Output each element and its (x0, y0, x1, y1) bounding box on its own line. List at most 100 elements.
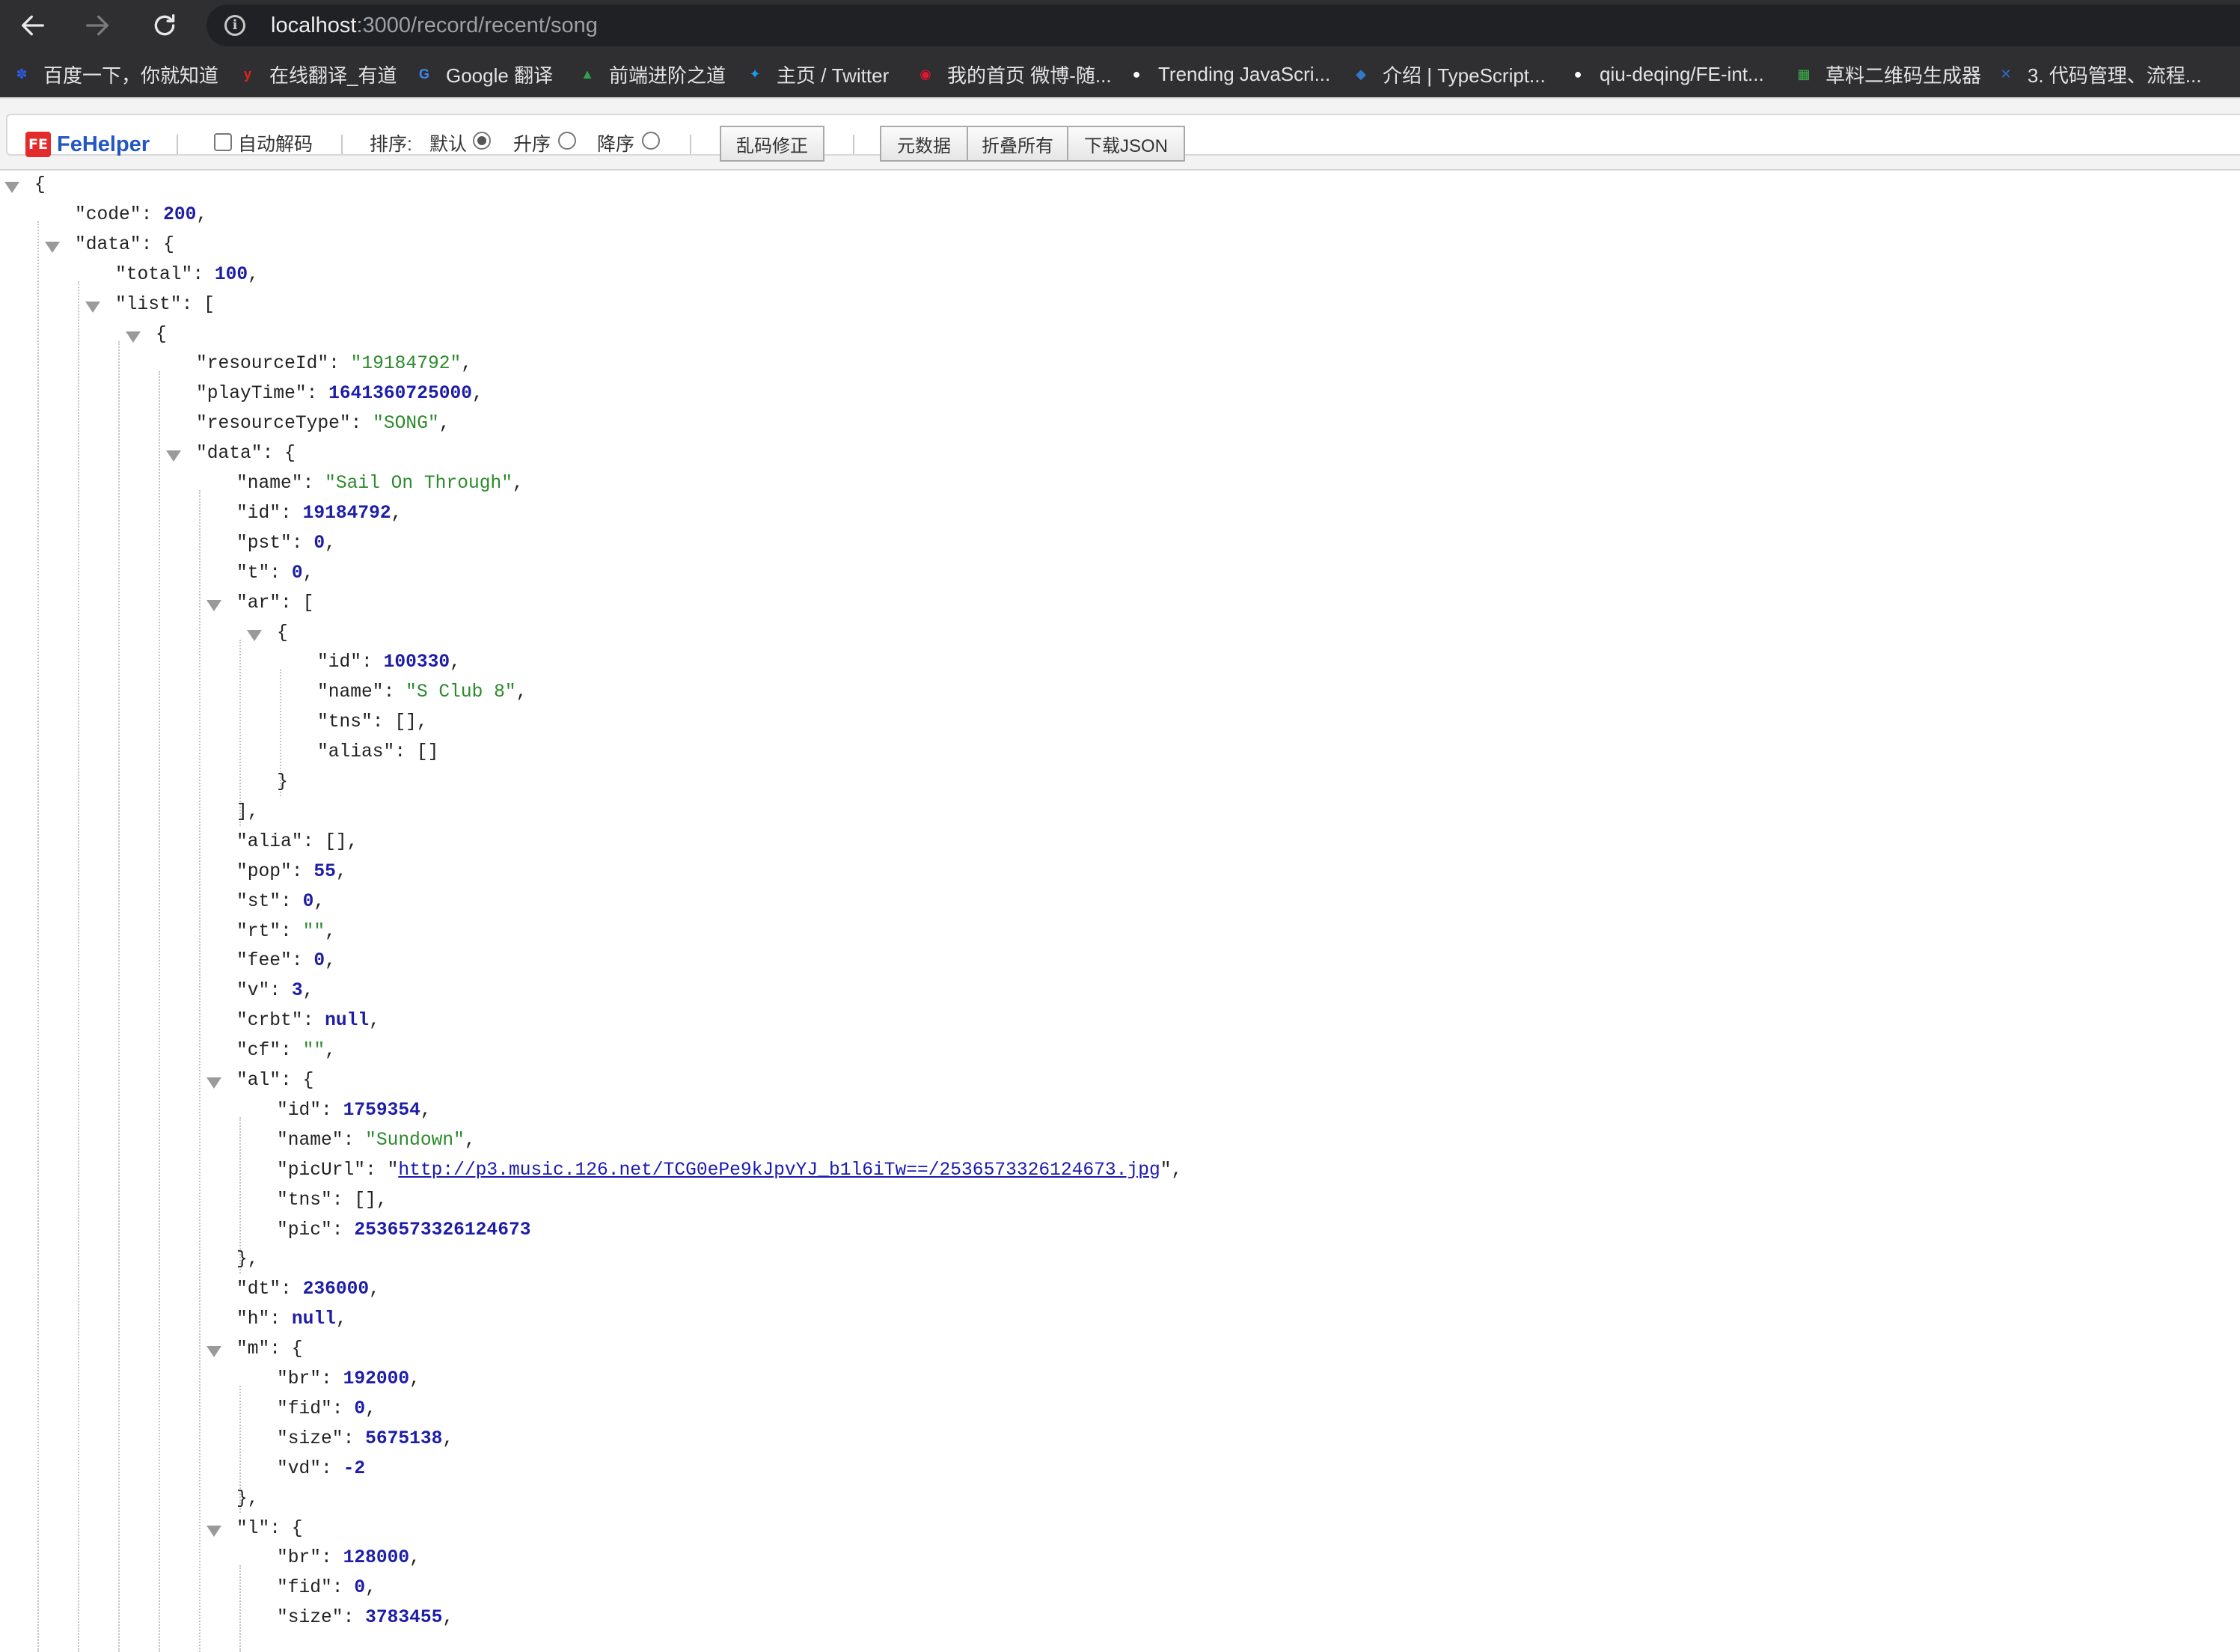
bookmark-item[interactable]: G Google 翻译 (413, 60, 553, 88)
json-punct: : " (365, 1160, 399, 1181)
sort-asc-radio[interactable] (558, 132, 576, 150)
json-punct: : { (269, 1518, 303, 1539)
fehelper-logo[interactable]: FE FeHelper (25, 129, 150, 160)
fix-encoding-button[interactable]: 乱码修正 (720, 126, 824, 162)
bookmark-item[interactable]: ◆ 介绍 | TypeScript... (1350, 60, 1546, 88)
json-key: "total" (115, 264, 193, 285)
site-info-icon[interactable]: i (224, 15, 245, 36)
json-line: "name": "Sundown", (277, 1126, 476, 1156)
indent-guide (78, 281, 79, 1652)
json-line: "list": [ (115, 290, 215, 320)
json-number: 3 (291, 981, 303, 1002)
collapse-toggle-icon[interactable] (206, 599, 221, 611)
json-number: 0 (291, 563, 303, 584)
sort-default-radio[interactable] (473, 132, 491, 150)
json-key: "size" (277, 1608, 343, 1629)
json-key: "pop" (236, 861, 292, 882)
json-punct: , (472, 384, 483, 405)
json-punct: : (302, 1011, 325, 1032)
bookmark-item[interactable]: ✽ 百度一下，你就知道 (10, 60, 218, 88)
bookmark-label: 百度一下，你就知道 (43, 64, 219, 87)
json-punct: : (192, 264, 215, 285)
json-key: "data" (75, 234, 141, 255)
json-punct: , (512, 474, 524, 494)
toolbar-divider (341, 135, 343, 154)
json-punct: : { (262, 444, 296, 465)
json-line: "pic": 2536573326124673 (277, 1216, 530, 1246)
collapse-toggle-icon[interactable] (85, 301, 100, 313)
address-url[interactable]: localhost:3000/record/recent/song (271, 13, 598, 37)
json-key: "resourceType" (196, 414, 351, 435)
collapse-toggle-icon[interactable] (126, 331, 141, 343)
twitter-bird-icon: ✦ (749, 66, 761, 82)
collapse-all-button[interactable]: 折叠所有 (967, 126, 1068, 162)
bookmark-item[interactable]: ● qiu-deqing/FE-int... (1567, 60, 1764, 88)
collapse-toggle-icon[interactable] (206, 1346, 221, 1358)
json-punct: : [ (281, 593, 314, 614)
arrow-left-icon (22, 15, 44, 36)
bookmark-item[interactable]: ● Trending JavaScri... (1125, 60, 1331, 88)
collapse-toggle-icon[interactable] (206, 1525, 221, 1537)
bookmark-item[interactable]: y 在线翻译_有道 (236, 60, 397, 88)
forward-button[interactable] (79, 7, 115, 43)
json-key: "vd" (277, 1458, 322, 1479)
json-key: "data" (196, 444, 263, 465)
json-punct: : (291, 951, 314, 972)
collapse-toggle-icon[interactable] (206, 1077, 221, 1089)
collapse-toggle-icon[interactable] (45, 241, 60, 253)
json-number: 0 (354, 1398, 366, 1419)
json-line: "resourceType": "SONG", (196, 409, 450, 439)
bookmark-label: Trending JavaScri... (1158, 62, 1331, 85)
json-line: ], (236, 798, 259, 827)
json-number: 5675138 (365, 1428, 443, 1449)
bookmark-label: 主页 / Twitter (777, 64, 890, 87)
json-punct: : (331, 1578, 355, 1599)
collapse-toggle-icon[interactable] (166, 450, 181, 462)
json-punct: , (325, 1041, 336, 1062)
sort-desc-radio[interactable] (642, 132, 660, 150)
bookmark-label: 我的首页 微博-随... (947, 64, 1112, 87)
bookmark-item[interactable]: ✕ 3. 代码管理、流程... (1995, 60, 2201, 88)
json-key: "pic" (277, 1220, 332, 1240)
json-line: "v": 3, (236, 976, 313, 1006)
json-number: 2536573326124673 (354, 1220, 531, 1240)
reload-button[interactable] (147, 7, 183, 43)
json-line: "dt": 236000, (236, 1275, 380, 1305)
json-link[interactable]: http://p3.music.126.net/TCG0ePe9kJpvYJ_b… (398, 1160, 1160, 1181)
json-string: "S Club 8" (406, 682, 516, 703)
json-key: "name" (317, 682, 384, 703)
address-bar[interactable]: i localhost:3000/record/recent/song (206, 4, 2240, 46)
indent-guide (199, 490, 201, 1652)
json-line: "data": { (75, 230, 174, 260)
json-key: "al" (236, 1071, 281, 1091)
json-line: "picUrl": "http://p3.music.126.net/TCG0e… (277, 1156, 1182, 1186)
json-punct: : [], (331, 1190, 388, 1211)
download-json-button[interactable]: 下载JSON (1067, 126, 1185, 162)
back-button[interactable] (15, 7, 51, 43)
json-line: "size": 3783455, (277, 1603, 453, 1633)
json-punct: : [], (372, 712, 428, 733)
json-punct: , (325, 951, 336, 972)
indent-guide (159, 370, 160, 1652)
collapse-toggle-icon[interactable] (247, 629, 262, 641)
json-punct: ], (236, 801, 259, 822)
bookmark-item[interactable]: ✦ 主页 / Twitter (744, 60, 889, 88)
bookmark-item[interactable]: ▲ 前端进阶之道 (576, 60, 726, 88)
json-line: "br": 192000, (277, 1365, 420, 1395)
json-key: "rt" (236, 921, 281, 942)
json-line: "fee": 0, (236, 946, 336, 976)
json-key: "dt" (236, 1279, 281, 1300)
collapse-toggle-icon[interactable] (4, 182, 19, 193)
json-punct: , (442, 1608, 454, 1629)
json-key: "list" (115, 294, 182, 315)
raw-data-button[interactable]: 元数据 (880, 126, 968, 162)
json-punct: : { (281, 1071, 314, 1091)
json-key: "alias" (317, 742, 395, 763)
json-string: "Sundown" (365, 1130, 465, 1151)
bookmark-item[interactable]: ▦ 草料二维码生成器 (1793, 60, 1981, 88)
json-number: 19184792 (302, 503, 391, 524)
json-punct: : (383, 682, 406, 703)
bookmark-item[interactable]: ◉ 我的首页 微博-随... (914, 60, 1112, 88)
auto-decode-checkbox[interactable] (214, 133, 232, 151)
layers-icon: ◆ (1356, 66, 1366, 82)
